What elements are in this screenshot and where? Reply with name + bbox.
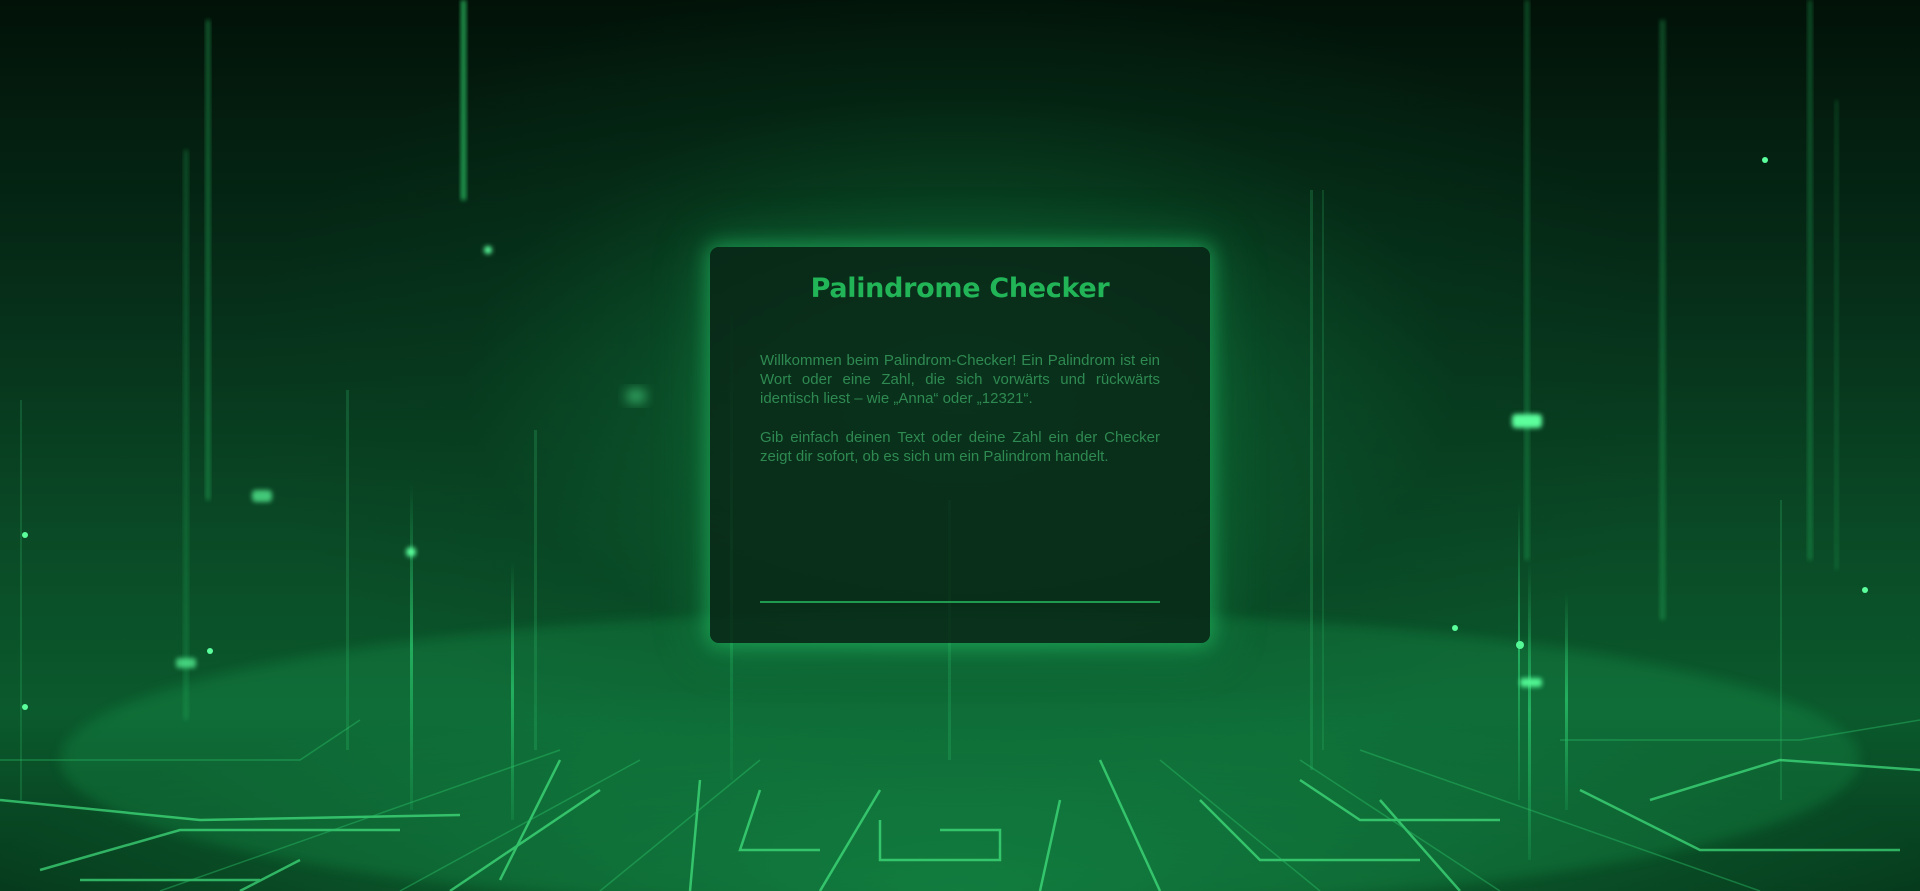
palindrome-checker-card: Palindrome Checker Willkommen beim Palin… bbox=[710, 247, 1210, 643]
intro-paragraph-2: Gib einfach deinen Text oder deine Zahl … bbox=[760, 429, 1160, 465]
intro-paragraph-1: Willkommen beim Palindrom-Checker! Ein P… bbox=[760, 352, 1160, 407]
page-background: Palindrome Checker Willkommen beim Palin… bbox=[0, 0, 1920, 891]
palindrome-input[interactable] bbox=[760, 573, 1160, 603]
page-title: Palindrome Checker bbox=[810, 273, 1110, 304]
